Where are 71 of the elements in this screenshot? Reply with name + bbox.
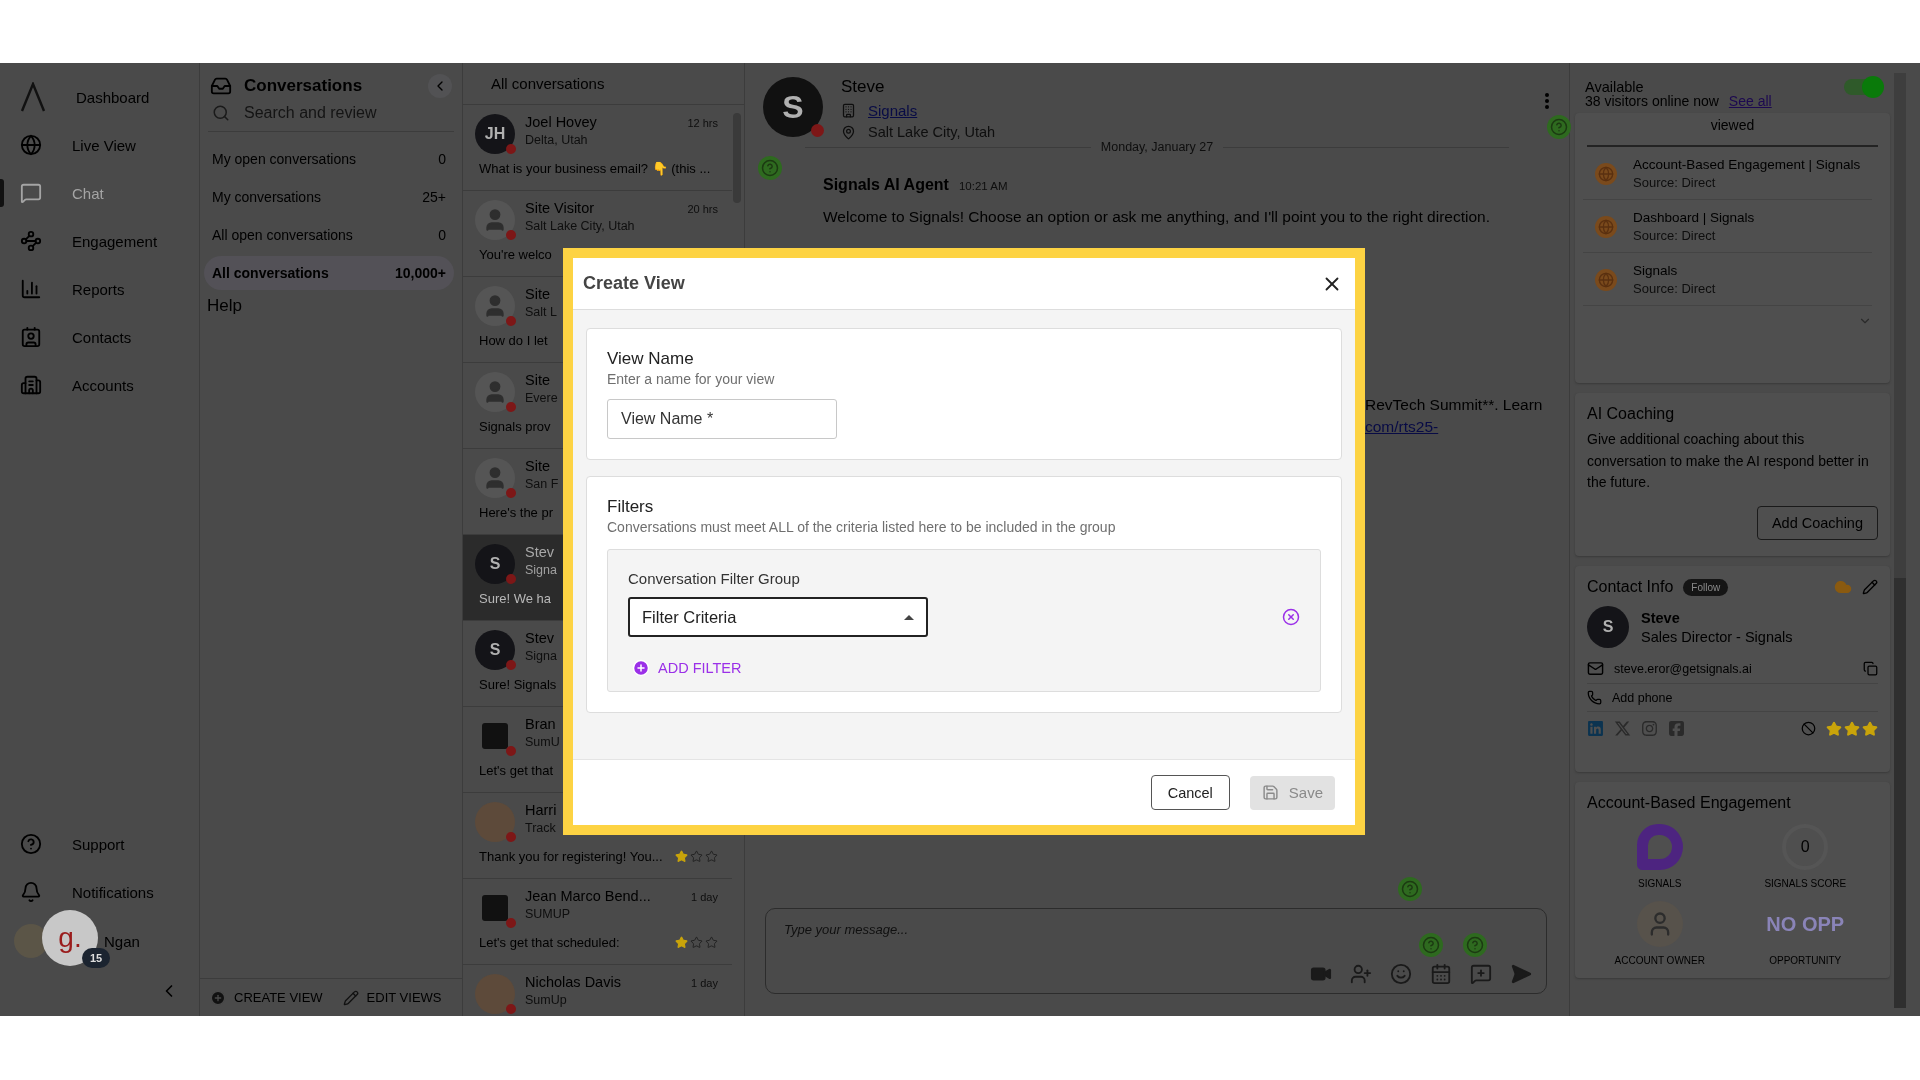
message-preview: Sure! Signals <box>479 677 557 692</box>
message-preview: Let's get that <box>479 763 554 778</box>
contact-name: Joel Hovey <box>525 114 597 130</box>
sender-name: Signals AI Agent <box>823 176 949 194</box>
contact-name: Stev <box>525 544 554 560</box>
avatar: S <box>1587 606 1629 648</box>
user-name: Ngan <box>104 932 140 950</box>
contact-name: Site <box>525 372 550 388</box>
metric-label: ACCOUNT OWNER <box>1614 955 1705 966</box>
message-preview: You're welco <box>479 247 552 262</box>
contact-detail: SUMUP <box>525 907 571 921</box>
section-title: View Name <box>607 349 695 369</box>
contact-name: Jean Marco Bend... <box>525 888 651 904</box>
contact-name: Site <box>525 458 550 474</box>
contact-name: Site <box>525 286 550 302</box>
message-preview: Thank you for registering! You... <box>479 849 663 864</box>
contact-detail: Track <box>525 821 556 835</box>
card-title: Account-Based Engagement <box>1587 794 1792 812</box>
card-title: Contact Info <box>1587 578 1674 596</box>
avatar: JH <box>475 114 515 154</box>
metric-label: OPPORTUNITY <box>1769 955 1842 966</box>
contact-name: Steve <box>841 77 886 97</box>
message-time: 10:21 AM <box>958 180 1008 192</box>
contact-detail: SumUp <box>525 993 567 1007</box>
message-preview: Signals prov <box>479 419 551 434</box>
contact-detail: Salt L <box>525 305 557 319</box>
contact-name: Nicholas Davis <box>525 974 621 990</box>
card-text: Give additional coaching about this conversation to make the AI respond better in the future. <box>1587 430 1870 493</box>
contact-detail: Evere <box>525 391 558 405</box>
contact-detail: Signa <box>525 563 557 577</box>
message-text: RevTech Summit**. Learn <box>1365 396 1544 414</box>
group-title: Conversation Filter Group <box>628 570 801 587</box>
section-hint: Conversations must meet ALL of the criteria listed here to be included in the group <box>607 519 1117 535</box>
message-preview: Sure! We ha <box>479 591 552 606</box>
metric-label: SIGNALS <box>1638 878 1682 889</box>
avatar: S <box>763 77 823 137</box>
message-preview: Let's get that scheduled: <box>479 935 620 950</box>
contact-name: Steve <box>1641 609 1681 626</box>
time-label: 1 day <box>691 976 718 991</box>
visitors-text: 38 visitors online now <box>1585 93 1719 109</box>
date-divider: Monday, January 27 <box>1100 140 1214 154</box>
message-text: Welcome to Signals! Choose an option or ask me anything, and I'll point you to the right direction. <box>823 208 1491 226</box>
contact-role: Sales Director - Signals <box>1641 628 1793 645</box>
message-preview: Here's the pr <box>479 505 553 520</box>
section-hint: Enter a name for your view <box>607 371 776 387</box>
contact-detail: San F <box>525 477 559 491</box>
list-title: All conversations <box>463 63 744 105</box>
section-title: Filters <box>607 497 655 517</box>
score-ring: 0 <box>1782 824 1829 870</box>
contact-name: Stev <box>525 630 554 646</box>
contact-detail: Delta, Utah <box>525 133 588 147</box>
contact-detail: Salt Lake City, Utah <box>525 219 635 233</box>
location-text: Salt Lake City, Utah <box>868 124 996 140</box>
avatar: S <box>475 630 515 670</box>
message-preview: What is your business email? 👇 (this ... <box>479 161 711 176</box>
contact-detail: Signa <box>525 649 557 663</box>
message-preview: How do I let <box>479 333 548 348</box>
contact-name: Site Visitor <box>525 200 595 216</box>
avatar: S <box>475 544 515 584</box>
contact-detail: SumU <box>525 735 560 749</box>
count-badge: 15 <box>82 948 110 968</box>
metric-label: SIGNALS SCORE <box>1764 878 1847 889</box>
contact-name: Bran <box>525 716 556 732</box>
opportunity-value: NO OPP <box>1766 911 1845 937</box>
status-label: Available <box>1585 79 1644 95</box>
panel-title: Conversations <box>244 76 364 96</box>
contact-name: Harri <box>525 802 557 818</box>
time-label: 1 day <box>691 890 718 905</box>
email-text: steve.eror@getsignals.ai <box>1614 661 1752 676</box>
card-title: AI Coaching <box>1587 405 1676 423</box>
viewed-label: viewed <box>1587 117 1878 147</box>
